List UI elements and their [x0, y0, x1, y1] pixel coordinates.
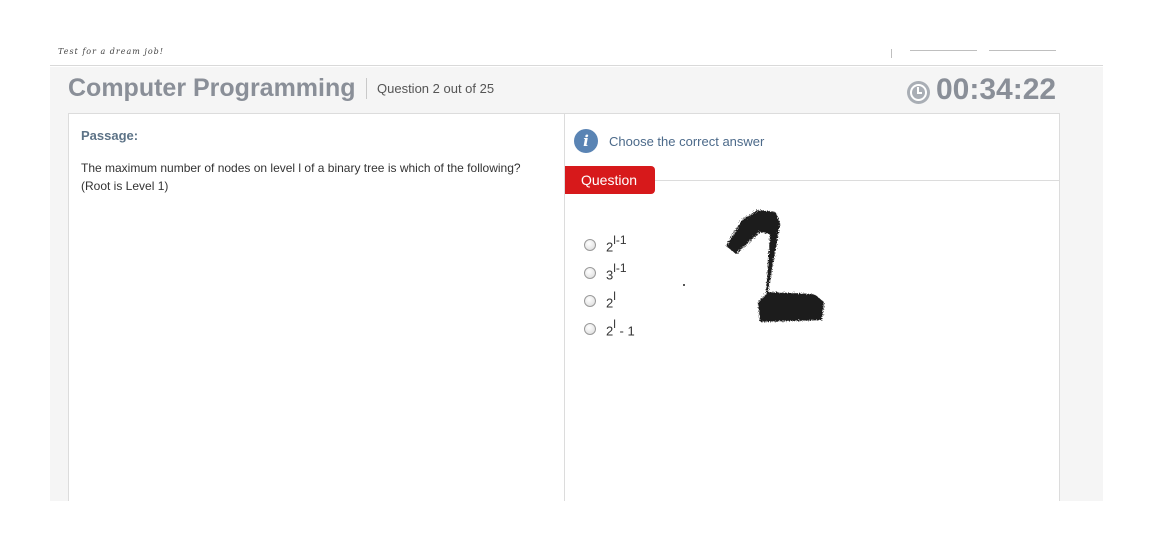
stray-mark	[683, 284, 685, 286]
option-label[interactable]: 2l-1	[606, 233, 627, 254]
radio-button[interactable]	[584, 239, 596, 251]
tab-question[interactable]: Question	[565, 166, 655, 194]
brand-tagline: Test for a dream job!	[58, 47, 164, 56]
passage-text: The maximum number of nodes on level l o…	[81, 161, 521, 193]
option-label[interactable]: 3l-1	[606, 261, 627, 282]
countdown-timer: 00:34:22	[936, 73, 1057, 106]
header-link-underline[interactable]	[910, 50, 977, 51]
info-icon: i	[574, 129, 598, 153]
answer-option[interactable]: 3l-1	[584, 261, 627, 283]
handwritten-one-annotation	[726, 210, 824, 322]
answer-option[interactable]: 2l	[584, 289, 616, 311]
option-label[interactable]: 2l	[606, 289, 616, 310]
clock-icon	[907, 81, 930, 104]
passage-label: Passage:	[81, 128, 139, 143]
answer-instruction: Choose the correct answer	[609, 134, 765, 149]
title-divider	[366, 78, 367, 99]
option-label[interactable]: 2l - 1	[606, 317, 635, 338]
radio-button[interactable]	[584, 323, 596, 335]
answer-option[interactable]: 2l - 1	[584, 317, 635, 339]
top-header	[50, 0, 1103, 66]
answer-option[interactable]: 2l-1	[584, 233, 627, 255]
question-counter: Question 2 out of 25	[377, 81, 495, 96]
header-separator	[891, 49, 892, 58]
radio-button[interactable]	[584, 267, 596, 279]
radio-button[interactable]	[584, 295, 596, 307]
header-link-underline[interactable]	[989, 50, 1056, 51]
test-title: Computer Programming	[68, 74, 356, 102]
